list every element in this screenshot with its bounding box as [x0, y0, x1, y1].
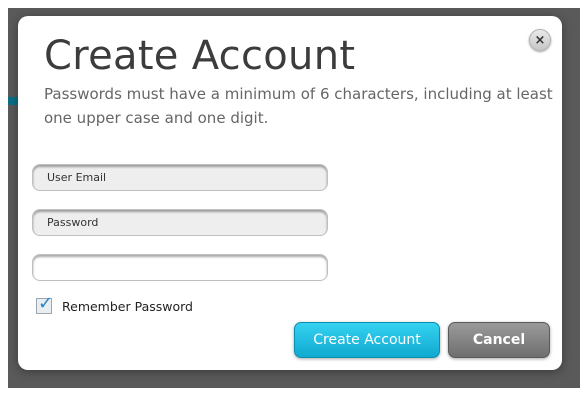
modal-title: Create Account	[44, 33, 356, 79]
create-account-button-label: Create Account	[313, 332, 421, 348]
remember-password-row[interactable]: ✓ Remember Password	[36, 293, 193, 314]
user-email-field[interactable]: User Email	[32, 164, 328, 191]
cancel-button[interactable]: Cancel	[448, 322, 550, 358]
remember-password-checkbox[interactable]: ✓	[36, 293, 53, 314]
password-label: Password	[47, 216, 99, 229]
modal-subtitle: Passwords must have a minimum of 6 chara…	[44, 85, 553, 127]
close-button[interactable]: ×	[529, 29, 551, 51]
confirm-password-field[interactable]	[32, 254, 328, 281]
close-icon: ×	[534, 32, 546, 48]
cancel-button-label: Cancel	[472, 332, 526, 348]
create-account-button[interactable]: Create Account	[294, 322, 440, 358]
password-field[interactable]: Password	[32, 209, 328, 236]
create-account-modal: × Create Account Passwords must have a m…	[18, 16, 562, 370]
remember-password-label: Remember Password	[62, 298, 193, 314]
checkmark-icon: ✓	[38, 293, 54, 314]
user-email-label: User Email	[47, 171, 107, 184]
